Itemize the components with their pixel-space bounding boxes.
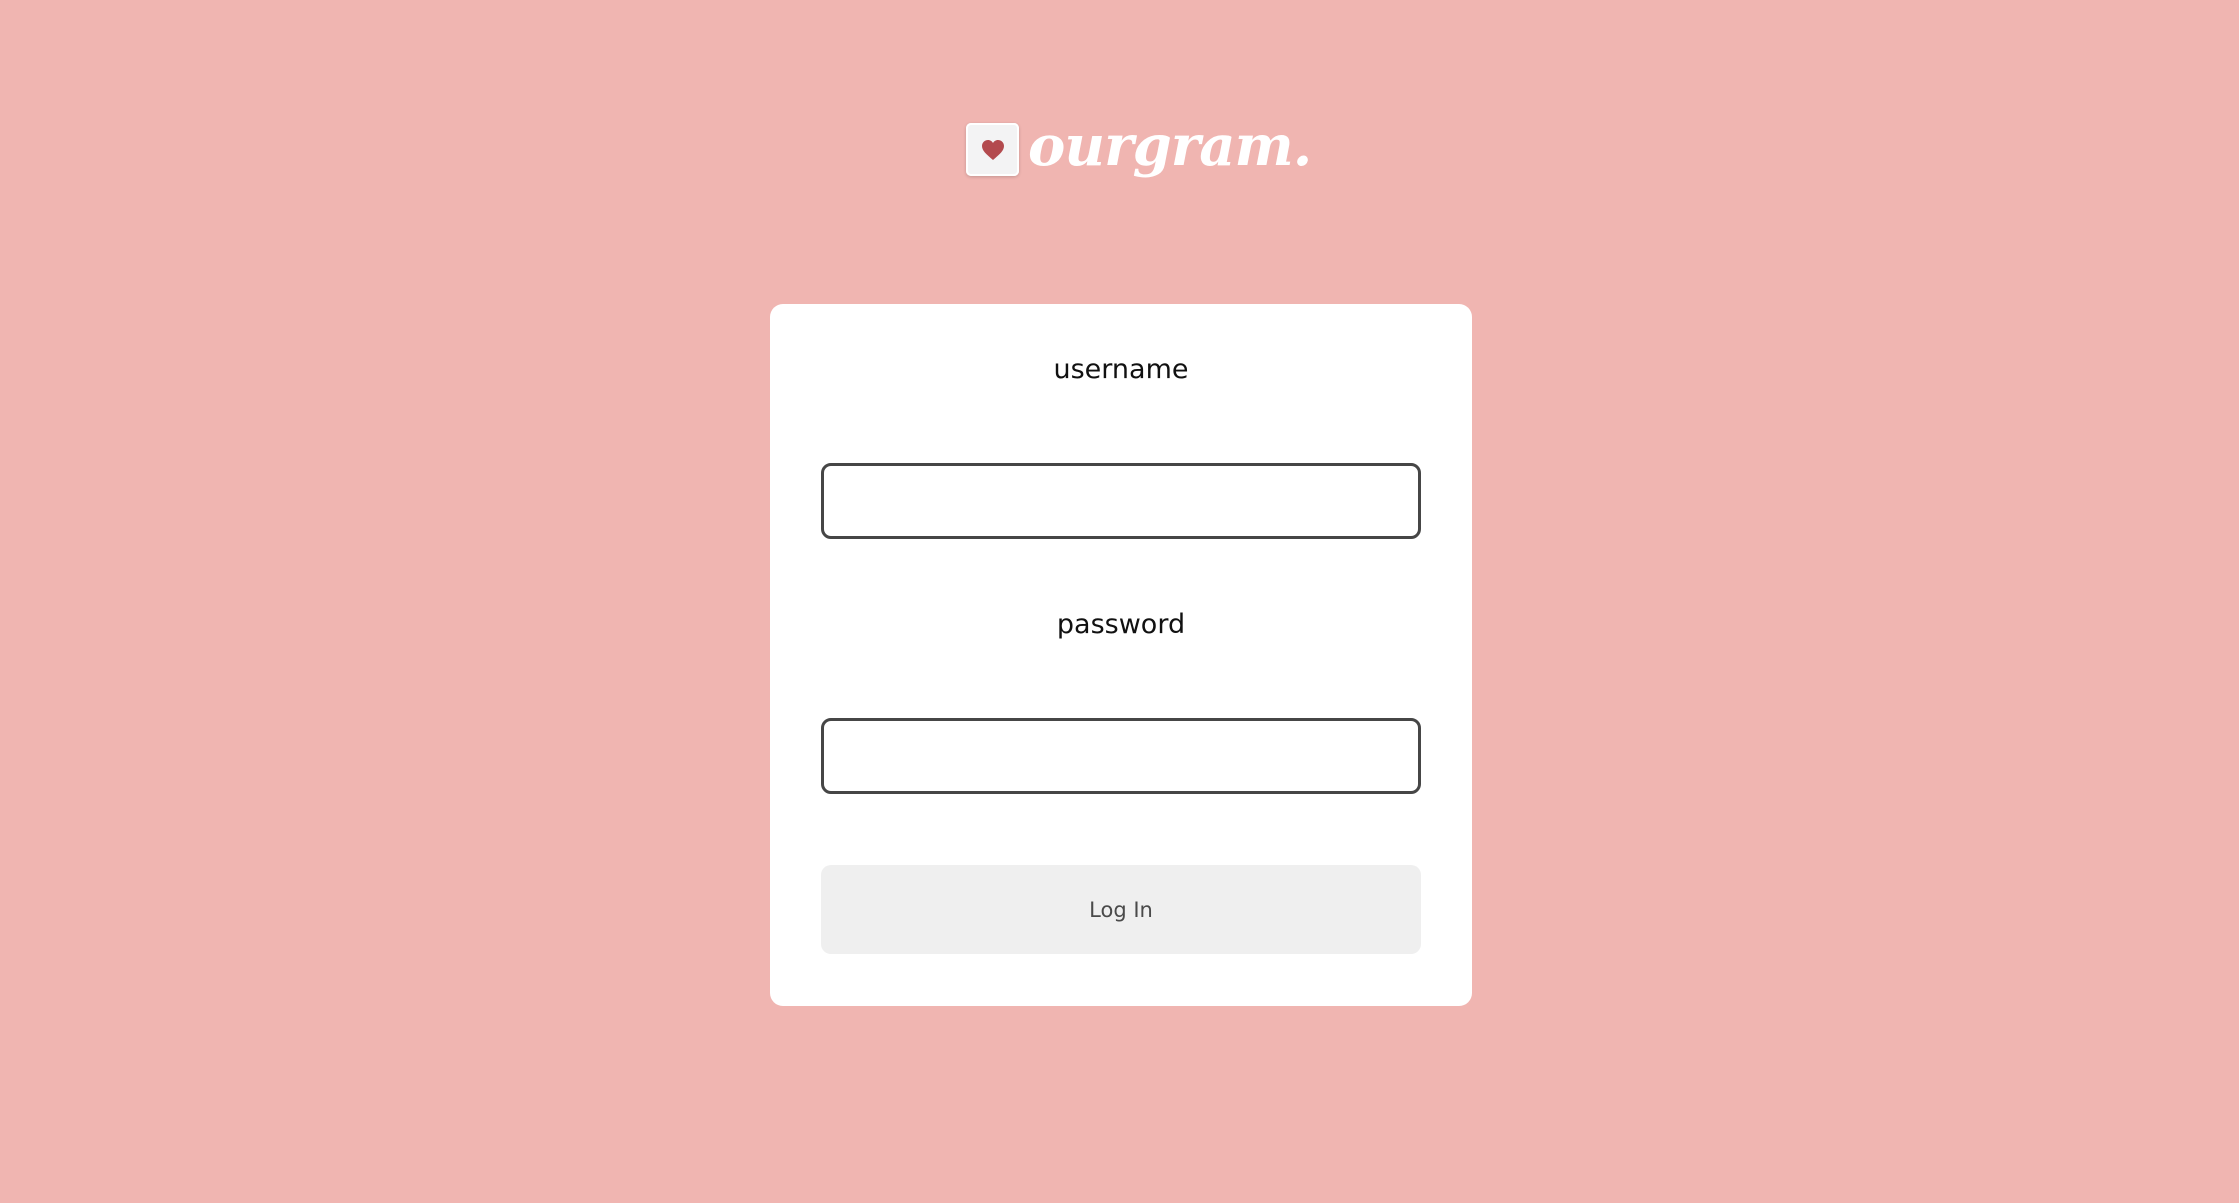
heart-icon (981, 139, 1004, 160)
brand-name: ourgram. (1028, 113, 1312, 179)
username-label: username (1053, 354, 1189, 385)
brand-logo: ourgram. (966, 113, 1312, 206)
login-card: username password Log In (770, 304, 1472, 1006)
username-input[interactable] (821, 463, 1421, 539)
password-label: password (1056, 609, 1186, 640)
password-input[interactable] (821, 718, 1421, 794)
login-button[interactable]: Log In (821, 865, 1421, 954)
logo-badge (966, 123, 1019, 176)
